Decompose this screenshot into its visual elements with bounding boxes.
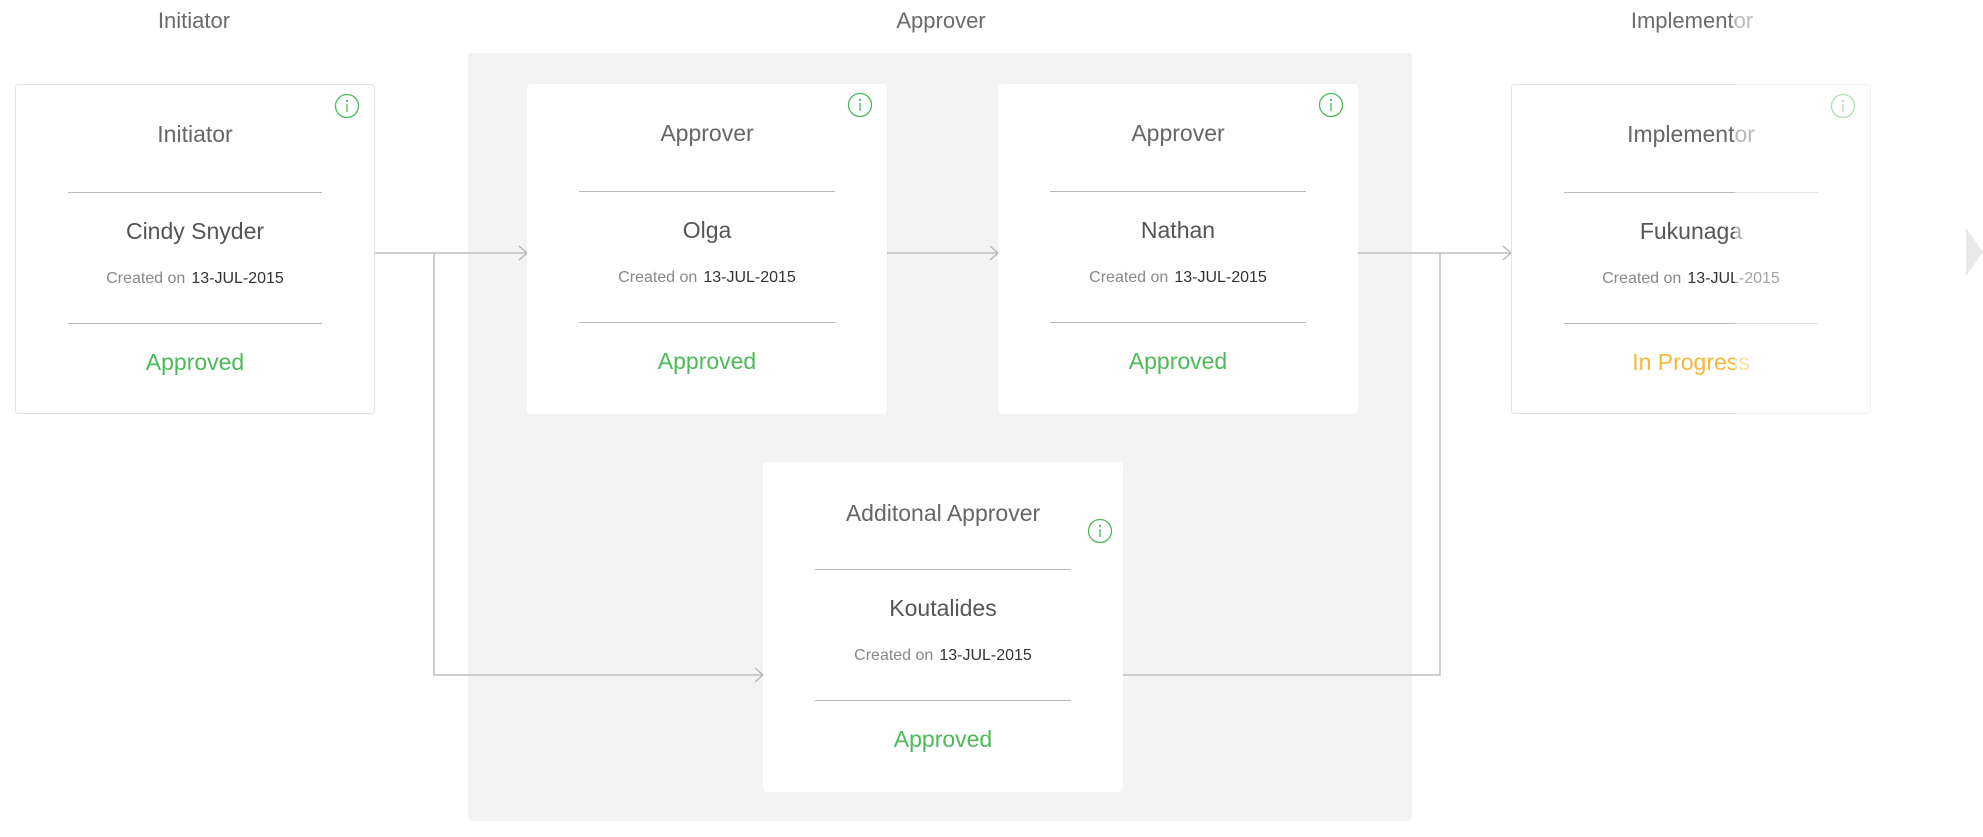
card-role: Initiator — [157, 121, 233, 147]
created-date: 13-JUL-2015 — [191, 270, 284, 287]
divider — [579, 322, 835, 323]
created-label: Created on — [1602, 270, 1682, 287]
card-role: Implementor — [1627, 121, 1755, 147]
created-date: 13-JUL-2015 — [1687, 270, 1780, 287]
card-created-line: Created on 13-JUL-2015 — [527, 269, 887, 287]
divider — [1564, 192, 1818, 193]
card-person-name: Olga — [682, 217, 732, 243]
info-circle-icon[interactable] — [1830, 93, 1856, 119]
card-created-line: Created on 13-JUL-2015 — [998, 269, 1358, 287]
card-additional-approver[interactable]: Additonal Approver Koutalides Created on… — [763, 462, 1123, 792]
created-label: Created on — [618, 269, 698, 286]
created-date: 13-JUL-2015 — [939, 647, 1032, 664]
info-circle-icon[interactable] — [1318, 92, 1344, 118]
card-created-line: Created on 13-JUL-2015 — [16, 270, 374, 288]
chevron-right-icon[interactable] — [1966, 228, 1983, 281]
card-initiator[interactable]: Initiator Cindy Snyder Created on 13-JUL-… — [15, 84, 375, 414]
card-created-line: Created on 13-JUL-2015 — [1512, 270, 1870, 288]
created-label: Created on — [106, 270, 186, 287]
card-approver-nathan[interactable]: Approver Nathan Created on 13-JUL-2015 Ap… — [998, 84, 1358, 414]
card-role: Additonal Approver — [845, 500, 1041, 526]
card-role: Approver — [660, 120, 754, 146]
status-badge: Approved — [893, 726, 993, 752]
divider — [1050, 322, 1306, 323]
divider — [1050, 191, 1306, 192]
info-circle-icon[interactable] — [847, 92, 873, 118]
status-badge: In Progress — [1632, 349, 1750, 375]
divider — [815, 700, 1071, 701]
created-date: 13-JUL-2015 — [703, 269, 796, 286]
card-implementor[interactable]: Implementor Fukunaga Created on 13-JUL-20… — [1511, 84, 1871, 414]
status-badge: Approved — [145, 349, 245, 375]
divider — [579, 191, 835, 192]
created-label: Created on — [1089, 269, 1169, 286]
info-circle-icon[interactable] — [334, 93, 360, 119]
card-role: Approver — [1131, 120, 1225, 146]
created-label: Created on — [854, 647, 934, 664]
divider — [815, 569, 1071, 570]
divider — [68, 323, 322, 324]
divider — [68, 192, 322, 193]
card-approver-olga[interactable]: Approver Olga Created on 13-JUL-2015 Appr… — [527, 84, 887, 414]
card-person-name: Nathan — [1140, 217, 1216, 243]
card-person-name: Koutalides — [889, 595, 997, 621]
status-badge: Approved — [1128, 348, 1228, 374]
card-person-name: Cindy Snyder — [125, 218, 265, 244]
card-created-line: Created on 13-JUL-2015 — [763, 647, 1123, 665]
status-badge: Approved — [657, 348, 757, 374]
created-date: 13-JUL-2015 — [1174, 269, 1267, 286]
card-person-name: Fukunaga — [1639, 218, 1743, 244]
divider — [1564, 323, 1818, 324]
